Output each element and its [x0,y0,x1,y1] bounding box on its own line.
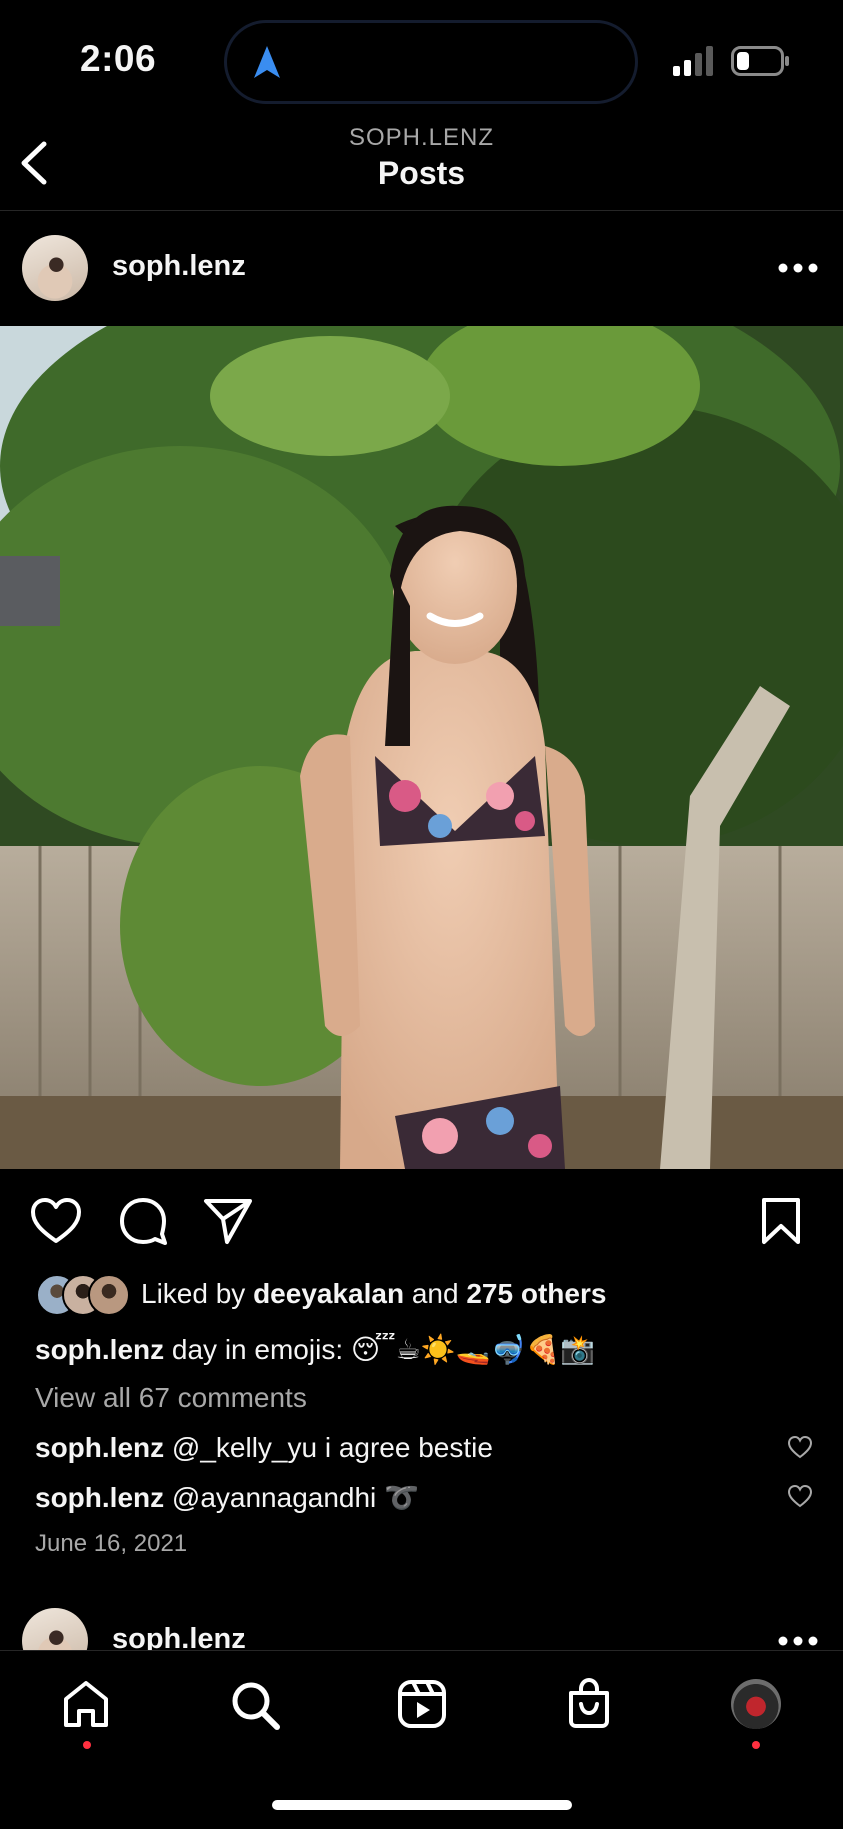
view-all-comments-link[interactable]: View all 67 comments [35,1382,307,1414]
profile-notification-dot [752,1741,760,1749]
comment-row: soph.lenz @_kelly_yu i agree bestie [35,1432,493,1464]
save-bookmark-icon[interactable] [760,1196,802,1246]
liked-by-user[interactable]: deeyakalan [253,1278,404,1309]
navigation-arrow-icon [254,46,280,78]
cellular-signal-icon [673,46,713,76]
home-notification-dot [83,1741,91,1749]
profile-avatar[interactable] [731,1679,781,1729]
shop-bag-icon[interactable] [565,1677,613,1729]
home-icon[interactable] [61,1679,111,1729]
home-indicator[interactable] [272,1800,572,1810]
comment-like-heart-icon[interactable] [787,1435,813,1459]
comment-like-heart-icon[interactable] [787,1484,813,1508]
comment-text: @_kelly_yu i agree bestie [171,1432,493,1463]
comment-username[interactable]: soph.lenz [35,1432,164,1463]
liked-by-prefix: Liked by [141,1278,246,1309]
post-photo[interactable] [0,326,843,1169]
like-heart-icon[interactable] [30,1196,82,1246]
page-title: Posts [377,155,466,191]
caption-text: day in emojis: 😴☕☀️🚤🤿🍕📸 [171,1334,596,1365]
liked-by-text[interactable]: Liked by deeyakalan and 275 others [141,1278,606,1310]
status-time: 2:06 [80,38,157,79]
post-caption: soph.lenz day in emojis: 😴☕☀️🚤🤿🍕📸 [35,1333,595,1366]
next-post-more-icon[interactable] [778,1636,818,1646]
share-paper-plane-icon[interactable] [203,1197,253,1245]
account-handle: SOPH.LENZ [348,124,495,151]
comment-row: soph.lenz @ayannagandhi ➰ [35,1481,419,1514]
comment-text: @ayannagandhi ➰ [171,1482,419,1513]
post-date: June 16, 2021 [35,1530,188,1557]
comment-username[interactable]: soph.lenz [35,1482,164,1513]
header-divider [0,210,843,211]
liker-avatar [88,1274,130,1316]
liked-by-and: and [411,1278,459,1309]
battery-icon [731,46,789,76]
more-options-icon[interactable] [778,263,818,273]
post-username[interactable]: soph.lenz [112,250,246,283]
caption-username[interactable]: soph.lenz [35,1334,164,1365]
dynamic-island[interactable] [224,20,638,104]
search-icon[interactable] [229,1679,281,1731]
reels-icon[interactable] [397,1679,447,1729]
post-avatar[interactable] [22,235,88,301]
comment-bubble-icon[interactable] [118,1196,168,1246]
liked-by-others[interactable]: 275 others [466,1278,606,1309]
